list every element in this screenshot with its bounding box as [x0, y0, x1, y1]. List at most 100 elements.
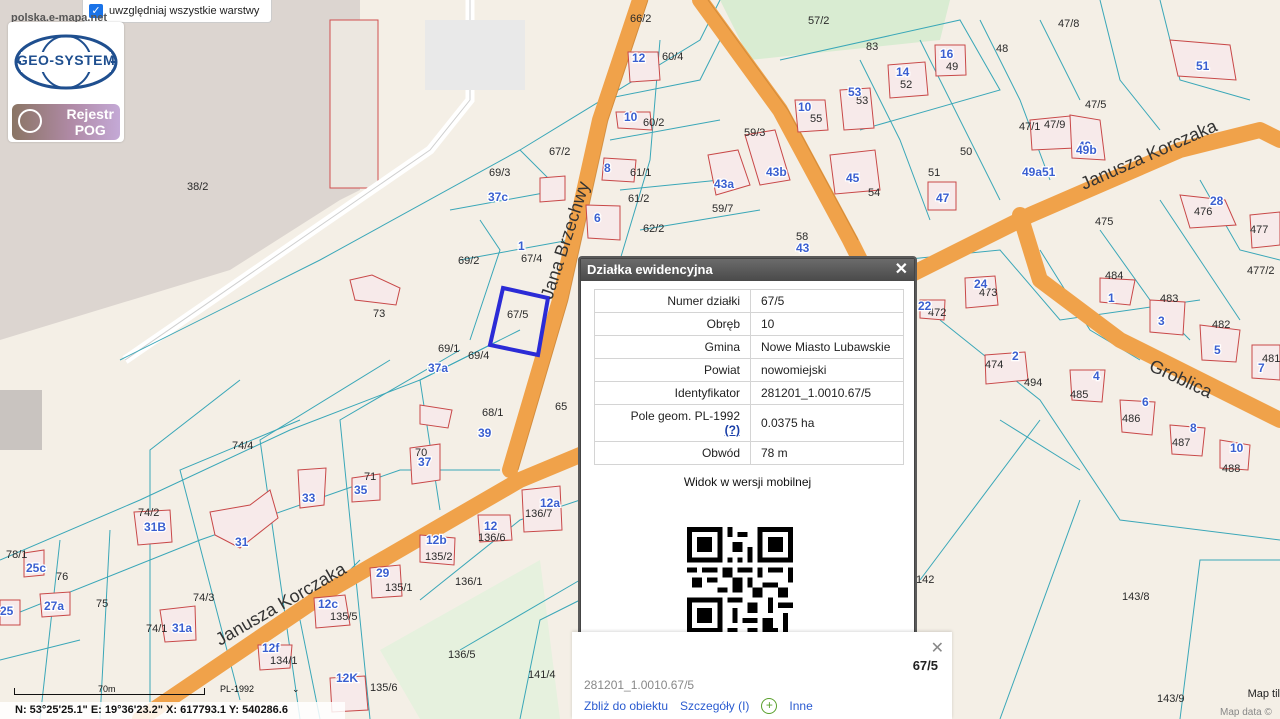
svg-text:60/4: 60/4 — [662, 51, 683, 63]
svg-text:74/4: 74/4 — [232, 440, 253, 452]
layers-checkbox-label: uwzględniaj wszystkie warstwy — [109, 5, 260, 17]
svg-text:37a: 37a — [428, 361, 448, 375]
close-icon[interactable]: ✕ — [895, 259, 908, 281]
row-key: Powiat — [594, 358, 751, 382]
map-data-attribution: Map data © — [1220, 707, 1272, 718]
svg-text:477: 477 — [1250, 224, 1268, 236]
svg-text:475: 475 — [1095, 216, 1113, 228]
details-link[interactable]: Szczegóły (I) — [680, 699, 749, 713]
svg-text:67/4: 67/4 — [521, 253, 542, 265]
scale-bar: 70m — [10, 684, 210, 700]
more-link[interactable]: Inne — [789, 699, 812, 713]
svg-text:135/6: 135/6 — [370, 682, 398, 694]
svg-text:12a: 12a — [540, 496, 560, 510]
svg-text:483: 483 — [1160, 293, 1178, 305]
svg-text:74/1: 74/1 — [146, 623, 167, 635]
svg-text:494: 494 — [1024, 377, 1042, 389]
svg-text:142: 142 — [916, 574, 934, 586]
chevron-down-icon: ⌄ — [292, 684, 300, 694]
svg-text:12K: 12K — [336, 671, 358, 685]
svg-text:12f: 12f — [262, 641, 280, 655]
svg-text:481: 481 — [1262, 353, 1280, 365]
zoom-to-object-link[interactable]: Zbliż do obiektu — [584, 699, 668, 713]
svg-text:35: 35 — [354, 483, 368, 497]
svg-text:1: 1 — [518, 239, 525, 253]
svg-text:55: 55 — [810, 113, 822, 125]
svg-text:1: 1 — [1108, 291, 1115, 305]
building-outline — [329, 19, 379, 189]
svg-text:48: 48 — [996, 43, 1008, 55]
svg-text:143/8: 143/8 — [1122, 591, 1150, 603]
layers-checkbox-control[interactable]: ✓ uwzględniaj wszystkie warstwy — [82, 0, 273, 23]
plus-icon[interactable]: + — [761, 698, 778, 714]
selected-parcel-67-5[interactable] — [487, 285, 551, 358]
area-label: Pole geom. PL-1992 — [630, 409, 740, 423]
svg-text:143/9: 143/9 — [1157, 693, 1185, 705]
svg-text:51: 51 — [1042, 165, 1056, 179]
row-value: nowomiejski — [750, 358, 904, 382]
svg-text:54: 54 — [868, 187, 880, 199]
row-value: 78 m — [750, 441, 904, 465]
svg-text:43a: 43a — [714, 177, 734, 191]
svg-text:10: 10 — [624, 110, 638, 124]
svg-text:51: 51 — [928, 167, 940, 179]
svg-text:22: 22 — [918, 299, 932, 313]
svg-text:60/2: 60/2 — [643, 117, 664, 129]
close-panel-icon[interactable]: ✕ — [931, 638, 944, 658]
svg-text:61/2: 61/2 — [628, 193, 649, 205]
svg-text:45: 45 — [846, 171, 860, 185]
crs-select[interactable]: PL-1992 ⌄ — [220, 684, 300, 694]
svg-text:47/9: 47/9 — [1044, 119, 1065, 131]
svg-text:31: 31 — [235, 535, 249, 549]
popup-title: Działka ewidencyjna — [587, 262, 713, 277]
svg-text:47/1: 47/1 — [1019, 121, 1040, 133]
svg-text:33: 33 — [302, 491, 316, 505]
svg-text:31a: 31a — [172, 621, 192, 635]
svg-text:6: 6 — [1142, 395, 1149, 409]
svg-text:482: 482 — [1212, 319, 1230, 331]
row-value: 281201_1.0010.67/5 — [750, 381, 904, 405]
table-row: Obręb 10 — [594, 312, 904, 336]
popup-header: Działka ewidencyjna ✕ — [581, 259, 914, 281]
svg-text:59/3: 59/3 — [744, 127, 765, 139]
svg-text:10: 10 — [1230, 441, 1244, 455]
svg-text:47: 47 — [936, 191, 950, 205]
svg-text:16: 16 — [940, 47, 954, 61]
svg-text:76: 76 — [56, 571, 68, 583]
rejestr-label: Rejestr — [66, 106, 114, 122]
row-key: Obwód — [594, 441, 751, 465]
svg-text:75: 75 — [96, 598, 108, 610]
qr-code-icon[interactable] — [687, 527, 793, 633]
svg-text:134/1: 134/1 — [270, 655, 298, 667]
svg-text:62/2: 62/2 — [643, 223, 664, 235]
table-row: Identyfikator 281201_1.0010.67/5 — [594, 381, 904, 405]
svg-text:69/4: 69/4 — [468, 350, 489, 362]
svg-text:5: 5 — [1214, 343, 1221, 357]
svg-text:39: 39 — [478, 426, 492, 440]
svg-text:25: 25 — [0, 604, 14, 618]
building-block — [0, 390, 42, 450]
svg-text:78/1: 78/1 — [6, 549, 27, 561]
svg-text:74/3: 74/3 — [193, 592, 214, 604]
svg-text:486: 486 — [1122, 413, 1140, 425]
svg-text:487: 487 — [1172, 437, 1190, 449]
rejestr-pog-button[interactable]: Rejestr POG — [12, 104, 120, 140]
row-key: Identyfikator — [594, 381, 751, 405]
svg-text:83: 83 — [866, 41, 878, 53]
svg-text:31B: 31B — [144, 520, 166, 534]
svg-text:69/2: 69/2 — [458, 255, 479, 267]
svg-text:14: 14 — [896, 65, 910, 79]
help-link[interactable]: (?) — [605, 423, 740, 437]
svg-text:488: 488 — [1222, 463, 1240, 475]
mobile-view-label: Widok w wersji mobilnej — [683, 475, 812, 489]
svg-text:43: 43 — [796, 241, 810, 255]
table-row: Obwód 78 m — [594, 441, 904, 465]
svg-text:69/1: 69/1 — [438, 343, 459, 355]
svg-text:484: 484 — [1105, 270, 1123, 282]
svg-text:61/1: 61/1 — [630, 167, 651, 179]
map-attribution[interactable]: Map til — [1230, 688, 1280, 700]
svg-text:477/2: 477/2 — [1247, 265, 1275, 277]
selected-parcel-number: 67/5 — [912, 658, 938, 673]
panel-actions: Zbliż do obiektu Szczegóły (I) + Inne — [584, 698, 813, 714]
svg-text:47/5: 47/5 — [1085, 99, 1106, 111]
